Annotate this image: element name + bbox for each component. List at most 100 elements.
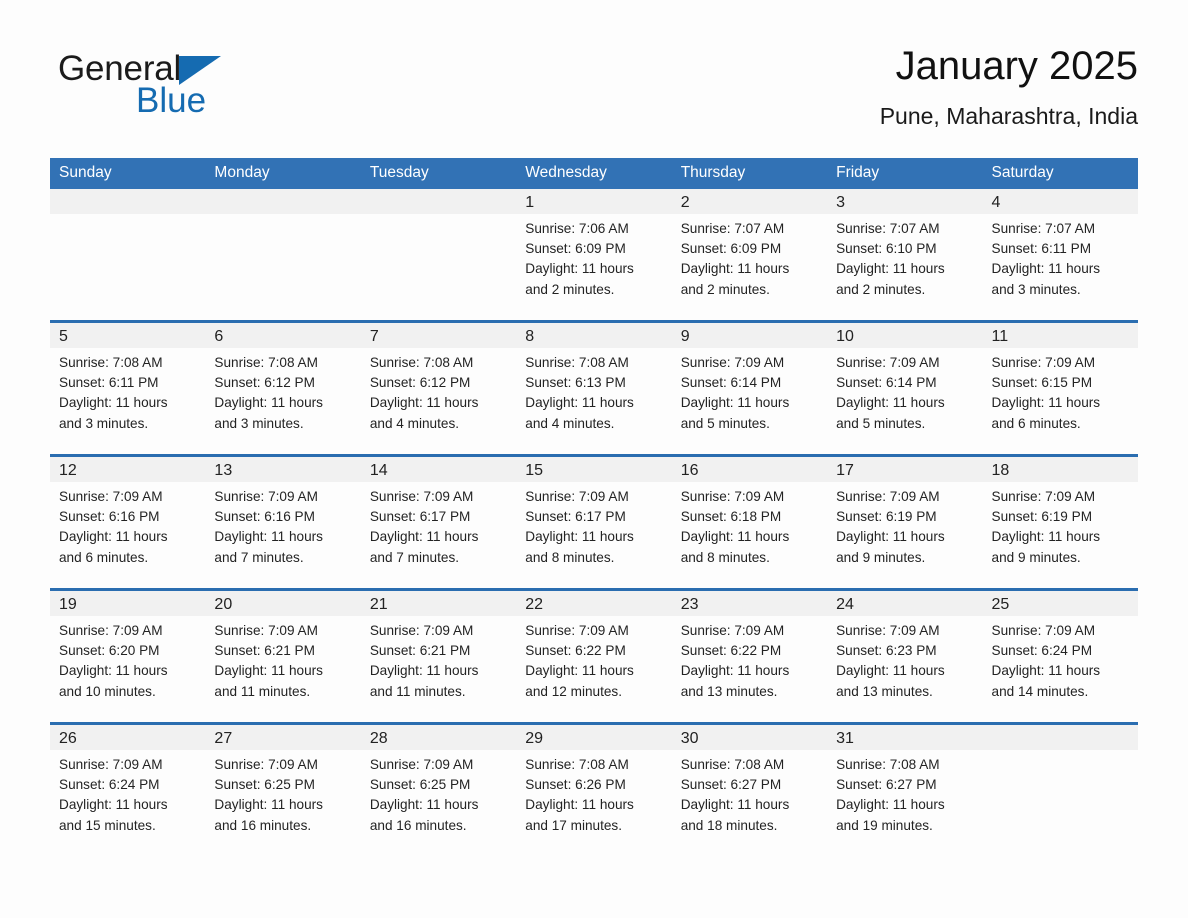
day-cell[interactable]: 25 Sunrise: 7:09 AM Sunset: 6:24 PM Dayligh… bbox=[982, 591, 1138, 722]
day-cell[interactable]: 23 Sunrise: 7:09 AM Sunset: 6:22 PM Dayligh… bbox=[671, 591, 828, 722]
brand-logo-top: General bbox=[58, 50, 358, 88]
day-details: Sunrise: 7:09 AM Sunset: 6:24 PM Daylight:… bbox=[983, 616, 1138, 702]
daylight-text-line2: and 7 minutes. bbox=[369, 549, 460, 565]
sunrise-text: Sunrise: 7:09 AM bbox=[214, 623, 318, 638]
sunrise-text: Sunrise: 7:07 AM bbox=[836, 221, 940, 236]
day-cell[interactable]: 1 Sunrise: 7:06 AM Sunset: 6:09 PM Daylight… bbox=[516, 189, 672, 320]
day-cell[interactable]: 2 Sunrise: 7:07 AM Sunset: 6:09 PM Daylight… bbox=[671, 189, 828, 320]
calendar-cell: 18 Sunrise: 7:09 AM Sunset: 6:19 PM Dayligh… bbox=[982, 454, 1138, 590]
sunset-text: Sunset: 6:27 PM bbox=[836, 777, 937, 793]
sunrise-text: Sunrise: 7:09 AM bbox=[991, 623, 1096, 638]
daylight-text-line2: and 13 minutes. bbox=[680, 683, 778, 699]
day-cell[interactable]: 21 Sunrise: 7:09 AM Sunset: 6:21 PM Dayligh… bbox=[360, 591, 517, 722]
sunrise-text: Sunrise: 7:08 AM bbox=[59, 355, 163, 370]
day-details: Sunrise: 7:09 AM Sunset: 6:17 PM Daylight:… bbox=[361, 482, 516, 568]
calendar-week-row: 19 Sunrise: 7:09 AM Sunset: 6:20 PM Dayligh… bbox=[50, 588, 1138, 724]
day-details: Sunrise: 7:09 AM Sunset: 6:16 PM Daylight:… bbox=[50, 482, 205, 568]
day-number: 4 bbox=[982, 189, 1138, 214]
day-cell[interactable]: 30 Sunrise: 7:08 AM Sunset: 6:27 PM Dayligh… bbox=[671, 725, 828, 856]
day-cell[interactable]: 10 Sunrise: 7:09 AM Sunset: 6:14 PM Dayligh… bbox=[827, 323, 983, 454]
day-cell[interactable]: 29 Sunrise: 7:08 AM Sunset: 6:26 PM Dayligh… bbox=[516, 725, 672, 856]
daylight-text-line1: Daylight: 11 hours bbox=[991, 529, 1101, 545]
day-cell[interactable]: 6 Sunrise: 7:08 AM Sunset: 6:12 PM Daylight… bbox=[205, 323, 361, 454]
day-number: 24 bbox=[827, 591, 983, 616]
day-details: Sunrise: 7:07 AM Sunset: 6:09 PM Daylight:… bbox=[672, 214, 827, 300]
day-cell[interactable]: 22 Sunrise: 7:09 AM Sunset: 6:22 PM Dayligh… bbox=[516, 591, 672, 722]
brand-name-blue: Blue bbox=[136, 81, 207, 120]
day-cell[interactable]: 12 Sunrise: 7:09 AM Sunset: 6:16 PM Dayligh… bbox=[50, 457, 206, 588]
day-number: 30 bbox=[671, 725, 828, 750]
day-cell[interactable]: 4 Sunrise: 7:07 AM Sunset: 6:11 PM Daylight… bbox=[982, 189, 1138, 320]
sunset-text: Sunset: 6:11 PM bbox=[991, 241, 1092, 257]
day-cell[interactable]: 18 Sunrise: 7:09 AM Sunset: 6:19 PM Dayligh… bbox=[982, 457, 1138, 588]
day-details: Sunrise: 7:06 AM Sunset: 6:09 PM Daylight:… bbox=[516, 214, 671, 300]
title-block: January 2025 Pune, Maharashtra, India bbox=[880, 40, 1138, 130]
day-details: Sunrise: 7:09 AM Sunset: 6:18 PM Daylight:… bbox=[672, 482, 827, 568]
day-cell[interactable]: 14 Sunrise: 7:09 AM Sunset: 6:17 PM Dayligh… bbox=[360, 457, 517, 588]
daylight-text-line2: and 18 minutes. bbox=[680, 817, 778, 833]
sunrise-text: Sunrise: 7:09 AM bbox=[369, 489, 474, 504]
weekday-header-saturday: Saturday bbox=[982, 158, 1138, 189]
daylight-text-line1: Daylight: 11 hours bbox=[680, 395, 790, 411]
day-cell[interactable]: 15 Sunrise: 7:09 AM Sunset: 6:17 PM Dayligh… bbox=[516, 457, 672, 588]
sunset-text: Sunset: 6:16 PM bbox=[59, 509, 160, 525]
daylight-text-line2: and 2 minutes. bbox=[525, 281, 615, 297]
day-cell[interactable]: 24 Sunrise: 7:09 AM Sunset: 6:23 PM Dayligh… bbox=[827, 591, 983, 722]
daylight-text-line2: and 17 minutes. bbox=[525, 817, 622, 833]
day-details: Sunrise: 7:08 AM Sunset: 6:27 PM Daylight:… bbox=[827, 750, 982, 836]
day-cell[interactable]: 20 Sunrise: 7:09 AM Sunset: 6:21 PM Dayligh… bbox=[205, 591, 361, 722]
day-cell[interactable]: 7 Sunrise: 7:08 AM Sunset: 6:12 PM Daylight… bbox=[360, 323, 517, 454]
day-cell[interactable]: 16 Sunrise: 7:09 AM Sunset: 6:18 PM Dayligh… bbox=[671, 457, 828, 588]
day-cell[interactable]: 5 Sunrise: 7:08 AM Sunset: 6:11 PM Daylight… bbox=[50, 323, 206, 454]
daylight-text-line1: Daylight: 11 hours bbox=[991, 395, 1101, 411]
calendar-cell: 11 Sunrise: 7:09 AM Sunset: 6:15 PM Dayligh… bbox=[982, 320, 1138, 456]
daylight-text-line1: Daylight: 11 hours bbox=[369, 529, 479, 545]
day-cell[interactable]: 13 Sunrise: 7:09 AM Sunset: 6:16 PM Dayligh… bbox=[205, 457, 361, 588]
day-number: 12 bbox=[50, 457, 206, 482]
day-number: 13 bbox=[205, 457, 361, 482]
sunset-text: Sunset: 6:12 PM bbox=[369, 375, 471, 391]
day-details: Sunrise: 7:09 AM Sunset: 6:21 PM Daylight:… bbox=[361, 616, 516, 702]
sunrise-text: Sunrise: 7:09 AM bbox=[680, 355, 785, 370]
calendar-table: Sunday Monday Tuesday Wednesday Thursday… bbox=[50, 158, 1138, 856]
calendar-cell: 6 Sunrise: 7:08 AM Sunset: 6:12 PM Daylight… bbox=[205, 320, 361, 456]
day-cell[interactable]: 8 Sunrise: 7:08 AM Sunset: 6:13 PM Daylight… bbox=[516, 323, 672, 454]
day-cell[interactable]: 11 Sunrise: 7:09 AM Sunset: 6:15 PM Dayligh… bbox=[982, 323, 1138, 454]
location-subtitle: Pune, Maharashtra, India bbox=[879, 103, 1138, 129]
day-details: Sunrise: 7:09 AM Sunset: 6:22 PM Daylight:… bbox=[672, 616, 827, 702]
day-cell[interactable]: 9 Sunrise: 7:09 AM Sunset: 6:14 PM Daylight… bbox=[671, 323, 828, 454]
calendar-cell: 21 Sunrise: 7:09 AM Sunset: 6:21 PM Dayligh… bbox=[360, 588, 517, 724]
calendar-cell: 10 Sunrise: 7:09 AM Sunset: 6:14 PM Dayligh… bbox=[827, 320, 983, 456]
day-cell[interactable]: 26 Sunrise: 7:09 AM Sunset: 6:24 PM Dayligh… bbox=[50, 725, 206, 856]
daylight-text-line2: and 15 minutes. bbox=[59, 817, 156, 833]
daylight-text-line2: and 10 minutes. bbox=[59, 683, 156, 699]
sunrise-text: Sunrise: 7:09 AM bbox=[991, 489, 1096, 504]
day-cell[interactable]: 19 Sunrise: 7:09 AM Sunset: 6:20 PM Dayligh… bbox=[50, 591, 206, 722]
day-details: Sunrise: 7:08 AM Sunset: 6:12 PM Daylight:… bbox=[205, 348, 360, 434]
daylight-text-line1: Daylight: 11 hours bbox=[836, 797, 945, 813]
sunrise-text: Sunrise: 7:07 AM bbox=[680, 221, 785, 236]
day-number: 25 bbox=[982, 591, 1138, 616]
daylight-text-line2: and 16 minutes. bbox=[214, 817, 312, 833]
daylight-text-line1: Daylight: 11 hours bbox=[214, 529, 323, 545]
sunrise-text: Sunrise: 7:09 AM bbox=[680, 489, 785, 504]
day-details: Sunrise: 7:09 AM Sunset: 6:17 PM Daylight:… bbox=[516, 482, 671, 568]
sunset-text: Sunset: 6:25 PM bbox=[214, 777, 315, 793]
calendar-cell bbox=[50, 189, 206, 322]
brand-logo[interactable]: General Blue bbox=[58, 50, 358, 130]
daylight-text-line1: Daylight: 11 hours bbox=[991, 663, 1101, 679]
sunrise-text: Sunrise: 7:09 AM bbox=[836, 623, 940, 638]
calendar-cell: 27 Sunrise: 7:09 AM Sunset: 6:25 PM Dayligh… bbox=[205, 722, 361, 856]
daylight-text-line1: Daylight: 11 hours bbox=[59, 395, 168, 411]
weekday-header-sunday: Sunday bbox=[50, 158, 206, 189]
day-number: 26 bbox=[50, 725, 206, 750]
day-cell[interactable]: 28 Sunrise: 7:09 AM Sunset: 6:25 PM Dayligh… bbox=[360, 725, 517, 856]
sunset-text: Sunset: 6:22 PM bbox=[680, 643, 782, 659]
day-cell[interactable]: 17 Sunrise: 7:09 AM Sunset: 6:19 PM Dayligh… bbox=[827, 457, 983, 588]
day-cell[interactable]: 31 Sunrise: 7:08 AM Sunset: 6:27 PM Dayligh… bbox=[827, 725, 983, 856]
day-cell[interactable]: 3 Sunrise: 7:07 AM Sunset: 6:10 PM Daylight… bbox=[827, 189, 983, 320]
calendar-cell: 24 Sunrise: 7:09 AM Sunset: 6:23 PM Dayligh… bbox=[827, 588, 983, 724]
day-cell[interactable]: 27 Sunrise: 7:09 AM Sunset: 6:25 PM Dayligh… bbox=[205, 725, 361, 856]
daylight-text-line2: and 4 minutes. bbox=[525, 415, 615, 431]
daylight-text-line1: Daylight: 11 hours bbox=[836, 663, 945, 679]
